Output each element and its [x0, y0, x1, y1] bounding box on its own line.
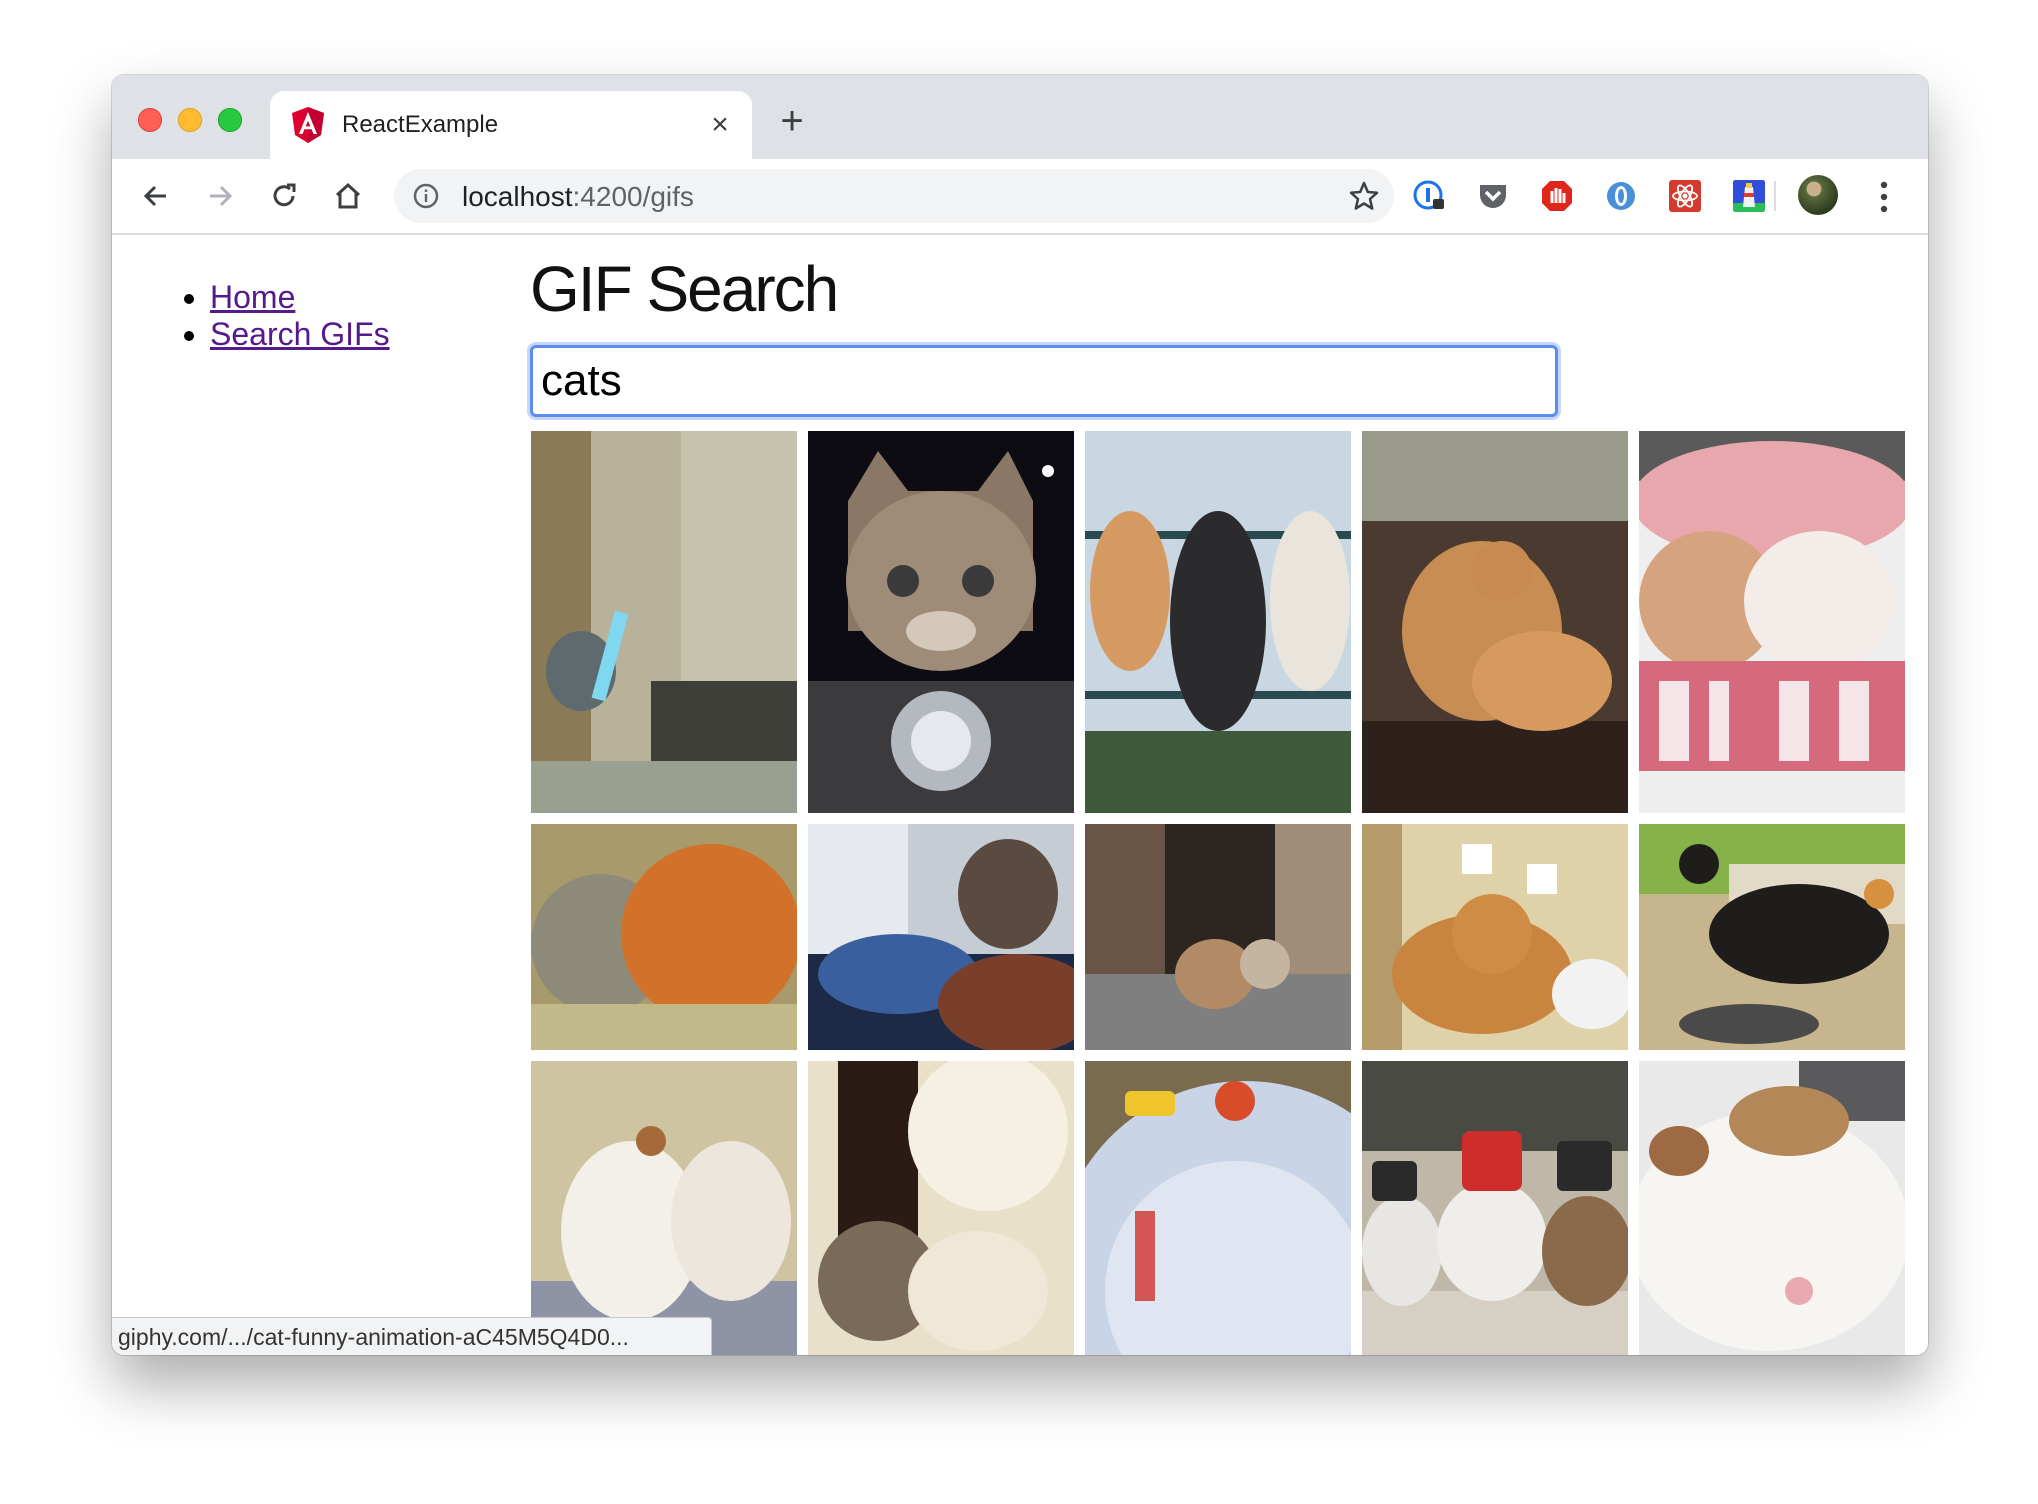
- home-button[interactable]: [328, 176, 368, 216]
- gif-cat-chef-hat-image: [1362, 824, 1628, 1050]
- arrow-left-icon: [143, 185, 166, 207]
- gif-cat-window[interactable]: [808, 824, 1074, 1050]
- nav-link-home[interactable]: Home: [210, 279, 295, 315]
- gif-cats-white-hugging[interactable]: [531, 1061, 797, 1355]
- new-tab-button[interactable]: +: [772, 101, 812, 141]
- active-tab[interactable]: ReactExample ×: [270, 91, 752, 159]
- gif-cat-chef-hat[interactable]: [1362, 824, 1628, 1050]
- nav-item-search-gifs: Search GIFs: [210, 316, 390, 353]
- gif-cat-lightsaber-image: [531, 431, 797, 813]
- info-icon[interactable]: [412, 182, 440, 210]
- gif-cats-grooming-image: [808, 1061, 1074, 1355]
- url-text: localhost:4200/gifs: [462, 181, 694, 213]
- gif-cats-cuddling[interactable]: [531, 824, 797, 1050]
- lighthouse-icon[interactable]: [1732, 179, 1766, 213]
- status-bar-link-preview: giphy.com/.../cat-funny-animation-aC45M5…: [112, 1317, 712, 1355]
- pocket-icon[interactable]: [1476, 179, 1510, 213]
- toolbar-divider: [1774, 181, 1776, 211]
- gif-cats-on-fence-image: [1085, 431, 1351, 813]
- url-host: localhost: [462, 181, 573, 212]
- gif-cats-on-couch[interactable]: [1362, 431, 1628, 813]
- search-input[interactable]: [530, 345, 1558, 417]
- gif-cats-sleeping-image: [1639, 1061, 1905, 1355]
- gif-cats-stay-warm-image: [1639, 431, 1905, 813]
- reload-button[interactable]: [264, 176, 304, 216]
- gif-cat-motorcycle-image: [808, 431, 1074, 813]
- gif-cat-doorway[interactable]: [1085, 824, 1351, 1050]
- gif-cats-grooming[interactable]: [808, 1061, 1074, 1355]
- nav-link-search-gifs[interactable]: Search GIFs: [210, 316, 390, 352]
- address-bar[interactable]: localhost:4200/gifs: [394, 169, 1394, 223]
- gif-cats-stay-warm[interactable]: [1639, 431, 1905, 813]
- forward-button[interactable]: [200, 176, 240, 216]
- close-window-button[interactable]: [138, 108, 162, 132]
- gif-cats-with-hats[interactable]: [1362, 1061, 1628, 1355]
- gif-cat-motorcycle[interactable]: [808, 431, 1074, 813]
- gif-cats-on-fence[interactable]: [1085, 431, 1351, 813]
- more-menu-icon[interactable]: [1878, 177, 1890, 217]
- bookmark-star-icon[interactable]: [1346, 178, 1382, 214]
- tab-title: ReactExample: [342, 111, 499, 138]
- page-content: Home Search GIFs GIF Search: [112, 235, 1928, 1355]
- url-path: :4200/gifs: [572, 181, 694, 212]
- gif-cat-black-dancing[interactable]: [1639, 824, 1905, 1050]
- gif-plate-image: [1085, 1061, 1351, 1355]
- gif-cat-window-image: [808, 824, 1074, 1050]
- gif-cats-with-hats-image: [1362, 1061, 1628, 1355]
- nav-item-home: Home: [210, 279, 390, 316]
- arrow-right-icon: [210, 185, 233, 207]
- maximize-window-button[interactable]: [218, 108, 242, 132]
- reload-icon: [273, 183, 296, 207]
- gif-cats-sleeping[interactable]: [1639, 1061, 1905, 1355]
- adblock-icon[interactable]: [1540, 179, 1574, 213]
- gif-plate[interactable]: [1085, 1061, 1351, 1355]
- browser-window: ReactExample × + localhost:4200/gifs • H…: [112, 75, 1928, 1355]
- opera-vpn-icon[interactable]: [1604, 179, 1638, 213]
- minimize-window-button[interactable]: [178, 108, 202, 132]
- browser-toolbar: localhost:4200/gifs: [112, 159, 1928, 235]
- 1password-icon[interactable]: [1412, 179, 1446, 213]
- back-button[interactable]: [136, 176, 176, 216]
- tab-bar: ReactExample × +: [112, 75, 1928, 159]
- gif-cats-white-hugging-image: [531, 1061, 797, 1355]
- avatar[interactable]: [1798, 175, 1838, 215]
- gif-cat-lightsaber[interactable]: [531, 431, 797, 813]
- close-tab-icon[interactable]: ×: [704, 109, 736, 141]
- home-icon: [335, 182, 361, 209]
- angular-icon: [292, 107, 324, 143]
- page-title: GIF Search: [530, 253, 839, 325]
- gif-cats-cuddling-image: [531, 824, 797, 1050]
- gif-cat-doorway-image: [1085, 824, 1351, 1050]
- react-devtools-icon[interactable]: [1668, 179, 1702, 213]
- gif-cat-black-dancing-image: [1639, 824, 1905, 1050]
- gif-grid: [531, 431, 1905, 1355]
- gif-cats-on-couch-image: [1362, 431, 1628, 813]
- side-nav: Home Search GIFs: [186, 279, 390, 353]
